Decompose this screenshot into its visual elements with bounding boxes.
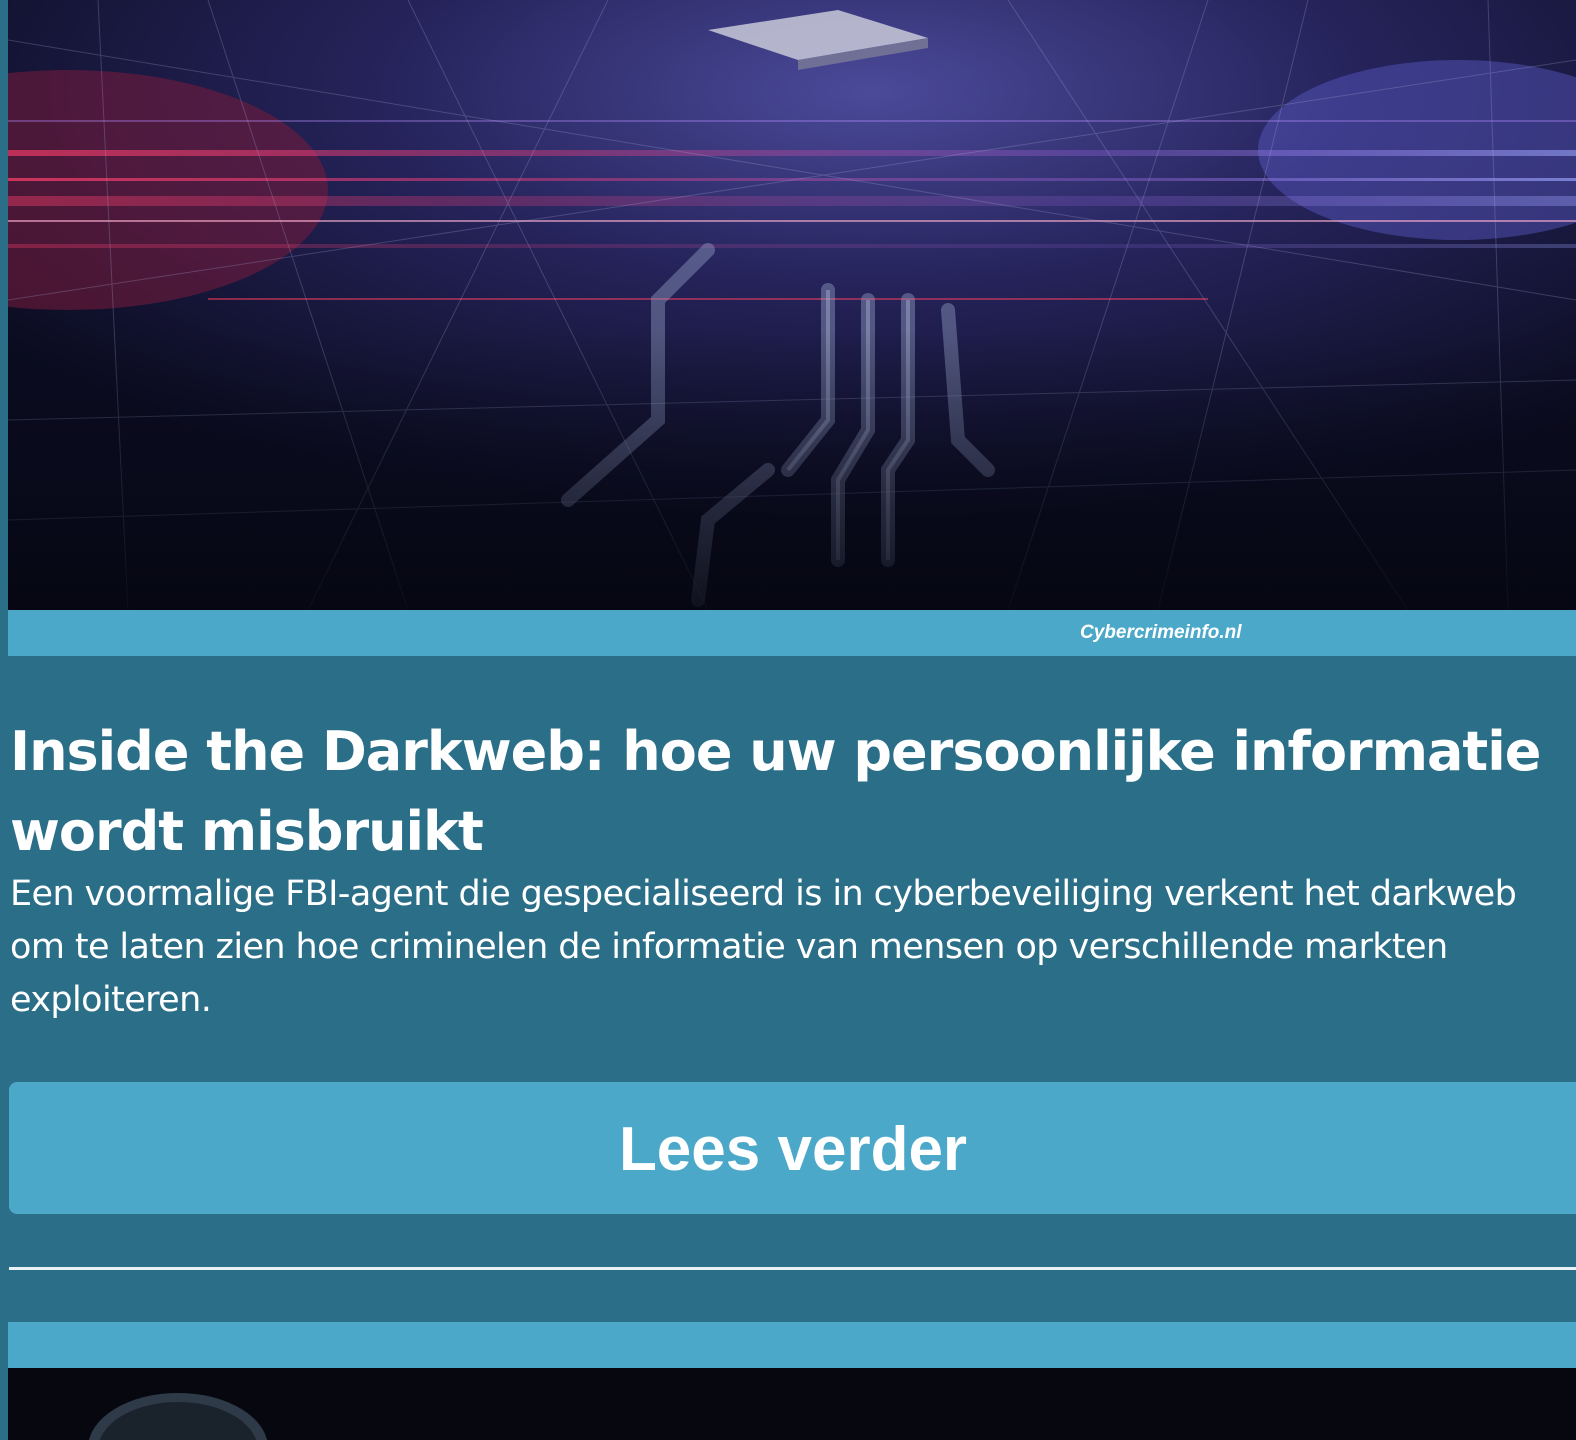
article-summary: Een voormalige FBI-agent die gespecialis… <box>10 874 1517 1020</box>
image-caption: Cybercrimeinfo.nl <box>1080 622 1242 643</box>
read-more-label: Lees verder <box>618 1114 968 1184</box>
image-caption-bar: Cybercrimeinfo.nl <box>8 610 1576 656</box>
article-title[interactable]: Inside the Darkweb: hoe uw persoonlijke … <box>10 712 1550 872</box>
circuit-board-illustration <box>8 0 1576 610</box>
article-hero-image[interactable] <box>8 0 1576 610</box>
news-feed-page: Cybercrimeinfo.nl Inside the Darkweb: ho… <box>0 0 1576 1440</box>
next-article-image[interactable] <box>8 1368 1576 1440</box>
hooded-figure-illustration <box>88 1393 268 1440</box>
left-edge <box>0 0 8 1440</box>
article-divider <box>9 1267 1576 1270</box>
read-more-button[interactable]: Lees verder <box>9 1082 1576 1214</box>
next-article-top-bar <box>8 1322 1576 1368</box>
